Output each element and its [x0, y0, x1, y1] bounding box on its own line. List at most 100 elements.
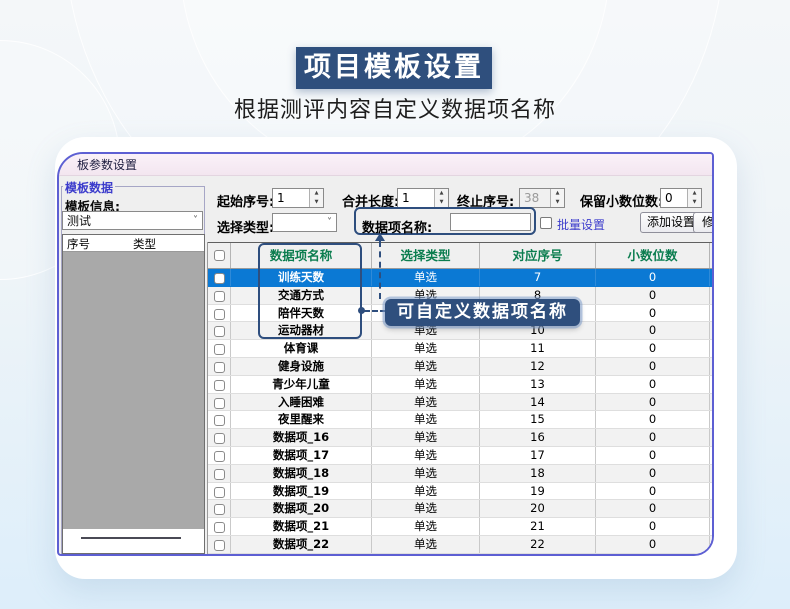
row-checkbox-cell	[208, 322, 231, 339]
row-checkbox[interactable]	[214, 380, 225, 391]
row-decimals: 0	[596, 500, 710, 517]
row-checkbox-cell	[208, 340, 231, 357]
scrollbar-thumb[interactable]	[81, 537, 181, 539]
row-select-type: 单选	[372, 518, 480, 535]
row-checkbox[interactable]	[214, 522, 225, 533]
row-clipped	[710, 376, 714, 393]
list-scrollbar[interactable]	[63, 529, 204, 553]
row-seq: 7	[480, 269, 596, 286]
window-titlebar: 板参数设置	[59, 154, 712, 176]
row-checkbox-cell	[208, 358, 231, 375]
spinner-arrows-icon[interactable]: ▲▼	[309, 189, 323, 207]
row-decimals: 0	[596, 287, 710, 304]
row-checkbox[interactable]	[214, 487, 225, 498]
spinner-arrows-icon[interactable]: ▲▼	[687, 189, 701, 207]
merge-len-value: 1	[402, 189, 410, 207]
batch-checkbox[interactable]	[540, 217, 552, 229]
row-item-name: 数据项_16	[231, 429, 372, 446]
item-name-input[interactable]	[450, 213, 531, 231]
batch-checkbox-label[interactable]: 批量设置	[557, 216, 605, 233]
row-checkbox[interactable]	[214, 344, 225, 355]
row-item-name: 数据项_17	[231, 447, 372, 464]
row-seq: 12	[480, 358, 596, 375]
row-checkbox[interactable]	[214, 451, 225, 462]
row-checkbox[interactable]	[214, 398, 225, 409]
row-item-name: 数据项_19	[231, 483, 372, 500]
row-checkbox-cell	[208, 411, 231, 428]
row-seq: 14	[480, 394, 596, 411]
row-checkbox-cell	[208, 269, 231, 286]
row-checkbox[interactable]	[214, 291, 225, 302]
row-checkbox[interactable]	[214, 309, 225, 320]
start-seq-spinner[interactable]: 1 ▲▼	[272, 188, 324, 208]
table-row[interactable]: 健身设施 单选 12 0	[208, 358, 714, 376]
row-decimals: 0	[596, 536, 710, 553]
template-select-value: 测试	[67, 212, 91, 230]
decimals-spinner[interactable]: 0 ▲▼	[660, 188, 702, 208]
row-checkbox[interactable]	[214, 433, 225, 444]
row-checkbox[interactable]	[214, 415, 225, 426]
select-type-dropdown[interactable]: ˅	[272, 213, 337, 232]
list-header-seq: 序号	[67, 236, 90, 252]
row-select-type: 单选	[372, 394, 480, 411]
row-seq: 11	[480, 340, 596, 357]
row-seq: 19	[480, 483, 596, 500]
table-row[interactable]: 数据项_16 单选 16 0	[208, 429, 714, 447]
row-seq: 16	[480, 429, 596, 446]
spinner-arrows-icon: ▲▼	[550, 189, 564, 207]
table-row[interactable]: 入睡困难 单选 14 0	[208, 394, 714, 412]
table-row[interactable]: 夜里醒来 单选 15 0	[208, 411, 714, 429]
row-checkbox[interactable]	[214, 326, 225, 337]
table-row[interactable]: 数据项_22 单选 22 0	[208, 536, 714, 554]
annotation-dashed-line-horizontal	[364, 310, 386, 312]
table-row[interactable]: 数据项_17 单选 17 0	[208, 447, 714, 465]
row-decimals: 0	[596, 411, 710, 428]
row-checkbox[interactable]	[214, 469, 225, 480]
row-select-type: 单选	[372, 465, 480, 482]
row-checkbox-cell	[208, 483, 231, 500]
select-type-label: 选择类型:	[217, 217, 274, 236]
annotation-arrow-icon	[375, 233, 385, 241]
table-row[interactable]: 数据项_18 单选 18 0	[208, 465, 714, 483]
row-select-type: 单选	[372, 500, 480, 517]
select-all-checkbox-cell	[208, 243, 231, 268]
select-all-checkbox[interactable]	[214, 250, 225, 261]
row-seq: 21	[480, 518, 596, 535]
table-row[interactable]: 数据项_19 单选 19 0	[208, 483, 714, 501]
row-item-name: 青少年儿童	[231, 376, 372, 393]
row-checkbox[interactable]	[214, 273, 225, 284]
row-decimals: 0	[596, 429, 710, 446]
row-seq: 13	[480, 376, 596, 393]
table-row[interactable]: 青少年儿童 单选 13 0	[208, 376, 714, 394]
start-seq-value: 1	[277, 189, 285, 207]
modify-button[interactable]: 修改	[693, 212, 714, 233]
row-select-type: 单选	[372, 429, 480, 446]
row-item-name: 数据项_20	[231, 500, 372, 517]
merge-len-spinner[interactable]: 1 ▲▼	[397, 188, 449, 208]
row-checkbox-cell	[208, 447, 231, 464]
row-select-type: 单选	[372, 536, 480, 553]
row-checkbox[interactable]	[214, 504, 225, 515]
row-decimals: 0	[596, 376, 710, 393]
row-clipped	[710, 429, 714, 446]
end-seq-spinner: 38 ▲▼	[519, 188, 565, 208]
row-decimals: 0	[596, 322, 710, 339]
row-checkbox-cell	[208, 376, 231, 393]
table-row[interactable]: 体育课 单选 11 0	[208, 340, 714, 358]
spinner-arrows-icon[interactable]: ▲▼	[434, 189, 448, 207]
row-checkbox[interactable]	[214, 540, 225, 551]
row-item-name: 数据项_21	[231, 518, 372, 535]
header-decimals[interactable]: 小数位数	[596, 243, 710, 268]
row-checkbox[interactable]	[214, 362, 225, 373]
row-item-name: 健身设施	[231, 358, 372, 375]
table-row[interactable]: 数据项_21 单选 21 0	[208, 518, 714, 536]
header-seq[interactable]: 对应序号	[480, 243, 596, 268]
row-select-type: 单选	[372, 411, 480, 428]
template-select[interactable]: 测试 ˅	[62, 211, 203, 230]
template-item-list[interactable]: 序号 类型	[62, 234, 205, 554]
row-select-type: 单选	[372, 269, 480, 286]
row-checkbox-cell	[208, 518, 231, 535]
table-row[interactable]: 数据项_20 单选 20 0	[208, 500, 714, 518]
start-seq-label: 起始序号:	[217, 191, 274, 210]
header-select-type[interactable]: 选择类型	[372, 243, 480, 268]
